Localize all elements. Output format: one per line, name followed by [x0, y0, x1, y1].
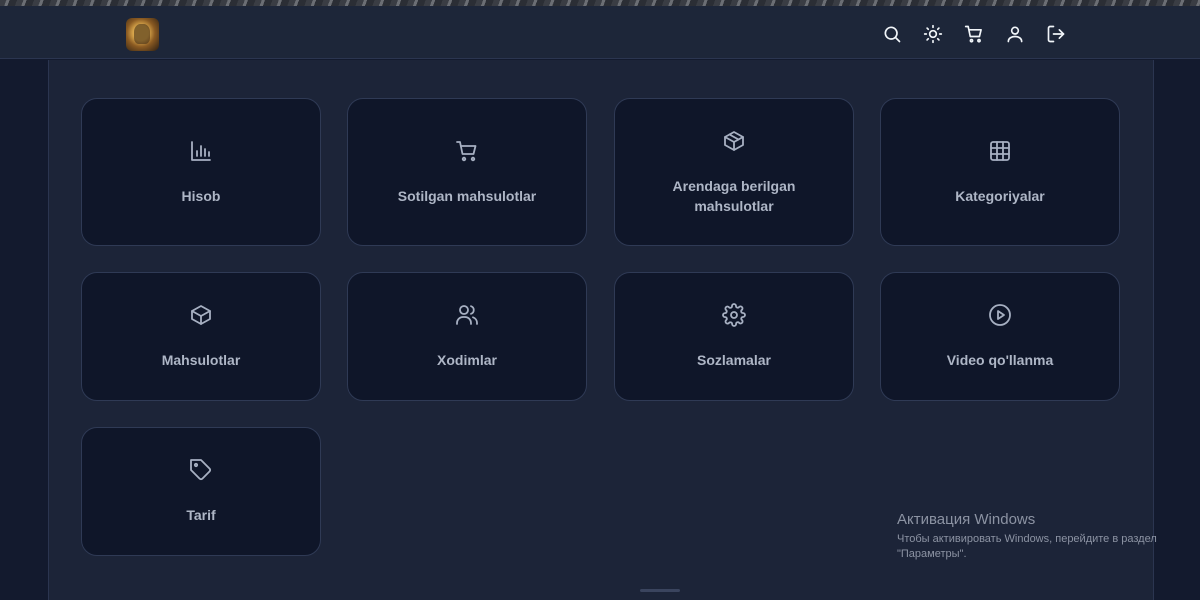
- menu-card-label: Video qo'llanma: [946, 352, 1054, 368]
- menu-card-sold-products[interactable]: Sotilgan mahsulotlar: [347, 98, 587, 246]
- menu-card-employees[interactable]: Xodimlar: [347, 272, 587, 401]
- menu-card-label: Hisob: [181, 187, 221, 204]
- search-icon[interactable]: [881, 23, 903, 45]
- play-circle-icon: [988, 303, 1012, 332]
- menu-card-categories[interactable]: Kategoriyalar: [880, 98, 1120, 246]
- menu-card-label: Sotilgan mahsulotlar: [397, 187, 537, 204]
- cart-icon: [455, 139, 479, 168]
- menu-card-products[interactable]: Mahsulotlar: [81, 272, 321, 401]
- watermark-text: Чтобы активировать Windows, перейдите в …: [897, 533, 1157, 560]
- menu-card-label: Sozlamalar: [697, 352, 771, 368]
- box-icon: [189, 303, 213, 332]
- menu-card-hisob[interactable]: Hisob: [81, 98, 321, 246]
- grid-icon: [988, 139, 1012, 168]
- menu-card-rented-products[interactable]: Arendaga berilgan mahsulotlar: [614, 98, 854, 246]
- menu-card-label: Tarif: [186, 507, 216, 523]
- logout-icon[interactable]: [1045, 23, 1067, 45]
- tag-icon: [189, 458, 213, 487]
- user-icon[interactable]: [1004, 23, 1026, 45]
- box-icon: [722, 129, 746, 158]
- gear-icon: [722, 303, 746, 332]
- bar-chart-icon: [189, 139, 213, 168]
- windows-activation-watermark: Активация Windows Чтобы активировать Win…: [897, 510, 1187, 562]
- top-navbar: [0, 6, 1200, 59]
- menu-card-label: Arendaga berilgan mahsulotlar: [672, 177, 796, 214]
- app-logo[interactable]: [126, 18, 159, 51]
- watermark-title: Активация Windows: [897, 511, 1036, 528]
- cart-icon[interactable]: [963, 23, 985, 45]
- menu-card-label: Mahsulotlar: [161, 352, 241, 368]
- users-icon: [455, 303, 479, 332]
- menu-card-settings[interactable]: Sozlamalar: [614, 272, 854, 401]
- menu-card-video-guide[interactable]: Video qo'llanma: [880, 272, 1120, 401]
- menu-card-label: Kategoriyalar: [955, 187, 1045, 204]
- theme-sun-icon[interactable]: [922, 23, 944, 45]
- menu-card-label: Xodimlar: [437, 352, 497, 368]
- menu-card-tariff[interactable]: Tarif: [81, 427, 321, 556]
